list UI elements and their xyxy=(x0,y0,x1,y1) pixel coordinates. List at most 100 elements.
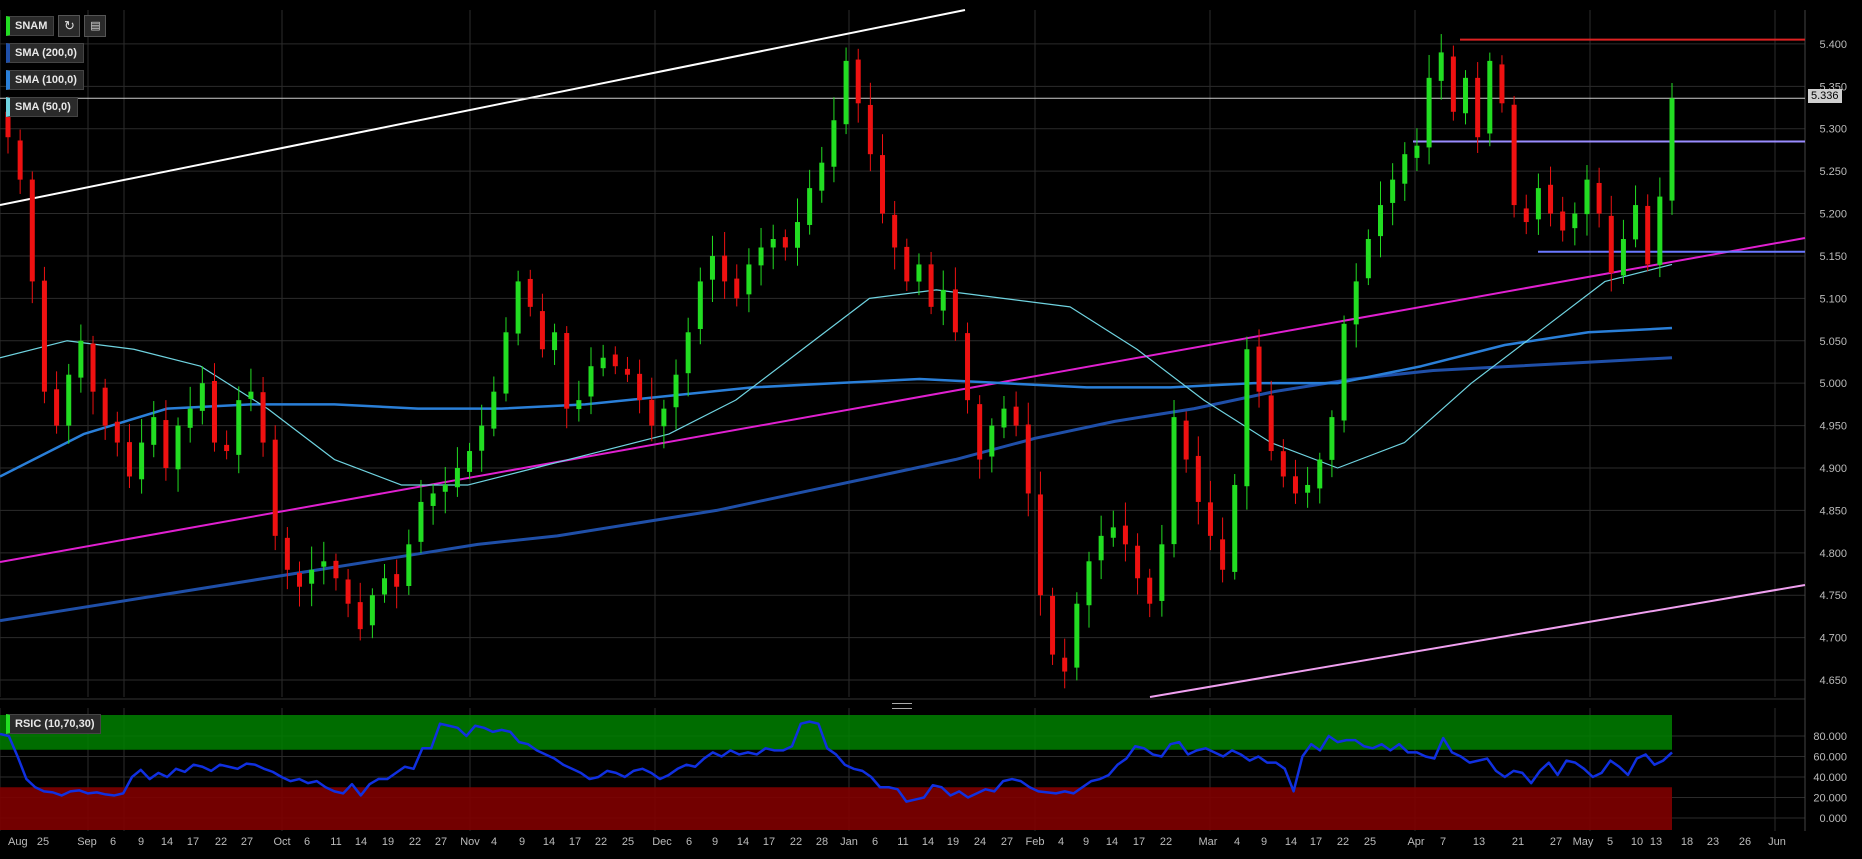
indicator-legend-sma100: SMA (100,0) xyxy=(6,70,84,90)
x-tick-label: 22 xyxy=(1337,836,1349,848)
candle-body xyxy=(782,237,788,248)
candle-body xyxy=(406,544,412,586)
candle-body xyxy=(1329,417,1335,460)
candle-body xyxy=(965,333,971,401)
candle-body xyxy=(1244,349,1250,487)
chart-settings-icon[interactable]: ▤ xyxy=(84,15,107,37)
x-tick-label: 22 xyxy=(1160,836,1172,848)
candle-body xyxy=(1062,657,1068,672)
candle-body xyxy=(734,278,740,299)
candle-body xyxy=(236,400,242,455)
x-tick-label: 27 xyxy=(1550,836,1562,848)
price-tick-label: 5.250 xyxy=(1819,166,1847,178)
candle-body xyxy=(515,281,521,334)
rsi-legend-row: RSIC (10,70,30) xyxy=(6,714,102,734)
candle-body xyxy=(1450,56,1456,112)
candle-body xyxy=(807,188,813,225)
candle-body xyxy=(649,399,655,426)
candle-body xyxy=(199,383,205,411)
candle-body xyxy=(600,357,606,369)
candle-body xyxy=(1548,184,1554,214)
candle-body xyxy=(989,425,995,457)
x-tick-label: 22 xyxy=(215,836,227,848)
x-tick-label: 17 xyxy=(763,836,775,848)
sma-200-label[interactable]: SMA (200,0) xyxy=(6,43,84,63)
candle-body xyxy=(309,569,315,584)
candle-body xyxy=(369,595,375,626)
x-tick-label: 6 xyxy=(304,836,310,848)
candle-body xyxy=(1256,346,1262,392)
symbol-label[interactable]: SNAM xyxy=(6,16,55,36)
candle-body xyxy=(1414,145,1420,158)
candle-body xyxy=(454,468,460,488)
candle-body xyxy=(624,368,630,375)
candle-body xyxy=(794,222,800,248)
x-tick-label: 4 xyxy=(491,836,497,848)
candle-body xyxy=(928,264,934,307)
price-tick-label: 5.200 xyxy=(1819,209,1847,221)
x-tick-label: Mar xyxy=(1199,836,1218,848)
candle-body xyxy=(1572,213,1578,229)
x-tick-label: 19 xyxy=(382,836,394,848)
rsi-label[interactable]: RSIC (10,70,30) xyxy=(6,714,102,734)
indicator-legend-sma50: SMA (50,0) xyxy=(6,97,78,117)
x-tick-label: 25 xyxy=(622,836,634,848)
price-tick-label: 4.700 xyxy=(1819,633,1847,645)
candle-body xyxy=(746,264,752,295)
candle-body xyxy=(479,425,485,451)
candle-body xyxy=(1122,525,1128,545)
sma-100-label[interactable]: SMA (100,0) xyxy=(6,70,84,90)
pane-splitter-handle[interactable] xyxy=(892,703,912,709)
candle-body xyxy=(539,311,545,350)
candle-body xyxy=(1475,77,1481,138)
candle-body xyxy=(126,442,132,477)
candle-body xyxy=(430,493,436,506)
x-tick-label: 27 xyxy=(435,836,447,848)
x-tick-label: 14 xyxy=(543,836,555,848)
price-tick-label: 4.800 xyxy=(1819,548,1847,560)
candle-body xyxy=(1511,104,1517,206)
x-tick-label: 9 xyxy=(1083,836,1089,848)
candle-body xyxy=(345,579,351,604)
x-tick-label: 13 xyxy=(1650,836,1662,848)
candle-body xyxy=(1353,281,1359,325)
candle-body xyxy=(382,578,388,595)
x-tick-label: 18 xyxy=(1681,836,1693,848)
x-tick-label: 21 xyxy=(1512,836,1524,848)
candle-body xyxy=(1341,323,1347,421)
candle-body xyxy=(527,278,533,307)
candle-body xyxy=(1596,182,1602,214)
candle-body xyxy=(1013,406,1019,426)
candle-body xyxy=(977,404,983,460)
x-tick-label: Dec xyxy=(652,836,672,848)
price-chart[interactable]: 4.650 4.700 4.750 4.800 4.850 4.900 4.950 5.000… xyxy=(0,0,1862,859)
candle-body xyxy=(224,444,230,452)
sma-50-label[interactable]: SMA (50,0) xyxy=(6,97,78,117)
candle-body xyxy=(1171,417,1177,545)
x-tick-label: 14 xyxy=(161,836,173,848)
x-tick-label: 25 xyxy=(1364,836,1376,848)
x-tick-label: Jun xyxy=(1768,836,1786,848)
x-tick-label: 9 xyxy=(712,836,718,848)
candle-body xyxy=(114,421,120,443)
price-tick-label: 4.900 xyxy=(1819,463,1847,475)
x-tick-label: Oct xyxy=(273,836,290,848)
candle-body xyxy=(1292,476,1298,494)
candle-body xyxy=(1280,451,1286,477)
candle-body xyxy=(1025,424,1031,494)
candle-body xyxy=(1050,595,1056,655)
rsi-tick-label: 20.000 xyxy=(1813,793,1847,805)
candle-body xyxy=(163,420,169,468)
candle-body xyxy=(1645,205,1651,265)
candle-body xyxy=(442,484,448,492)
candle-body xyxy=(1037,494,1043,596)
candle-body xyxy=(1074,603,1080,668)
x-tick-label: 22 xyxy=(790,836,802,848)
candle-body xyxy=(940,289,946,311)
price-tick-label: 5.300 xyxy=(1819,124,1847,136)
refresh-icon[interactable]: ↻ xyxy=(58,15,81,37)
candle-body xyxy=(1584,179,1590,215)
candle-body xyxy=(394,574,400,587)
x-tick-label: 4 xyxy=(1058,836,1064,848)
candle-body xyxy=(588,366,594,397)
